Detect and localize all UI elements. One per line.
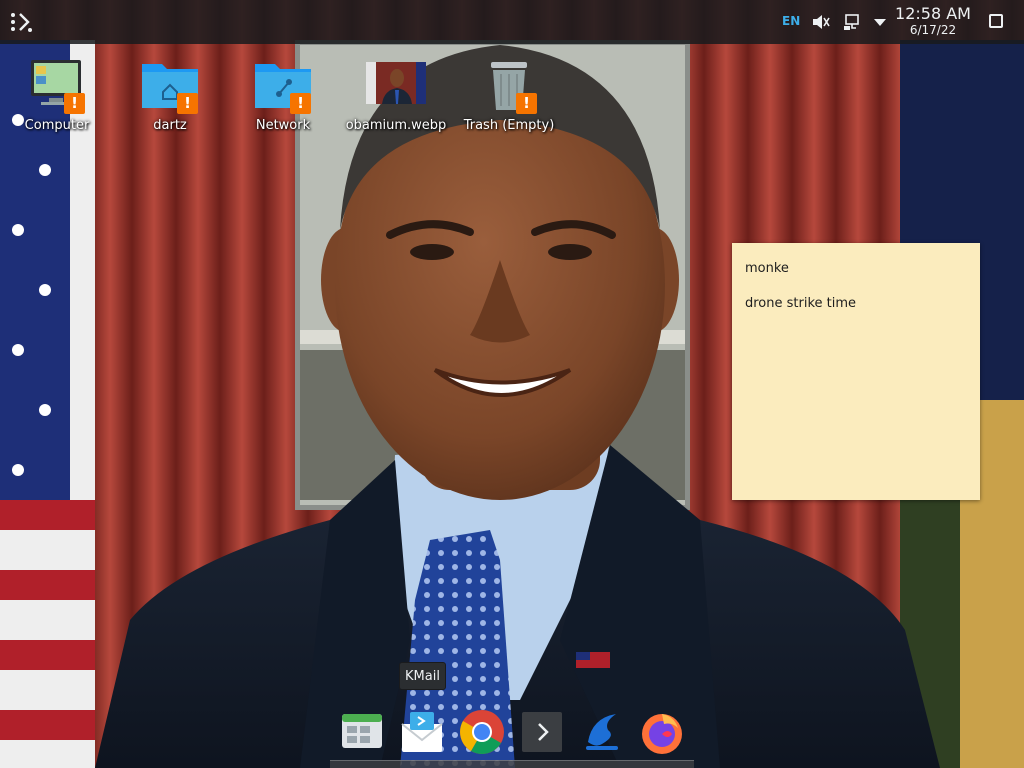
firefox-icon[interactable] xyxy=(638,708,686,756)
warning-badge-icon: ! xyxy=(64,93,85,114)
desktop-icon-obamium[interactable]: obamium.webp xyxy=(341,54,451,133)
terminal-icon[interactable] xyxy=(518,708,566,756)
desktop-icon-label: Computer xyxy=(24,118,90,133)
clock-time: 12:58 AM xyxy=(895,4,971,23)
chrome-icon[interactable] xyxy=(458,708,506,756)
home-folder-icon: ! xyxy=(140,54,200,114)
app-icon[interactable] xyxy=(578,708,626,756)
volume-muted-icon[interactable] xyxy=(810,12,830,32)
clock-date: 6/17/22 xyxy=(909,23,957,37)
desktop-icon-computer[interactable]: ! Computer xyxy=(2,54,112,133)
desktop-icon-label: Network xyxy=(255,118,311,133)
dock-tooltip: KMail xyxy=(399,662,446,690)
desktop-icon-trash[interactable]: ! Trash (Empty) xyxy=(454,54,564,133)
image-thumbnail-icon xyxy=(366,54,426,114)
launcher-icon[interactable] xyxy=(8,8,36,36)
desktop-icon-label: Trash (Empty) xyxy=(463,118,555,133)
note-line: drone strike time xyxy=(745,296,857,311)
network-folder-icon: ! xyxy=(253,54,313,114)
warning-badge-icon: ! xyxy=(290,93,311,114)
desktop[interactable]: EN 12:58 AM 6/17/22 ! Computer ! dartz !… xyxy=(0,0,1024,768)
sticky-note-widget[interactable]: monke drone strike time xyxy=(732,243,980,500)
warning-badge-icon: ! xyxy=(177,93,198,114)
note-line: monke xyxy=(745,261,789,276)
files-icon[interactable] xyxy=(338,708,386,756)
keyboard-layout-indicator[interactable]: EN xyxy=(782,14,800,28)
warning-badge-icon: ! xyxy=(516,93,537,114)
tray-expand-icon[interactable] xyxy=(870,12,890,32)
trash-icon: ! xyxy=(479,54,539,114)
kmail-icon[interactable] xyxy=(398,708,446,756)
show-desktop-icon[interactable] xyxy=(989,14,1003,28)
digital-clock[interactable]: 12:58 AM 6/17/22 xyxy=(892,4,974,37)
desktop-icon-network[interactable]: ! Network xyxy=(228,54,338,133)
network-icon[interactable] xyxy=(842,12,862,32)
computer-icon: ! xyxy=(27,54,87,114)
top-panel: EN 12:58 AM 6/17/22 xyxy=(0,0,1024,44)
desktop-icon-label: dartz xyxy=(153,118,187,133)
dock-panel xyxy=(330,760,694,768)
desktop-icon-home[interactable]: ! dartz xyxy=(115,54,225,133)
desktop-icon-label: obamium.webp xyxy=(345,118,447,133)
